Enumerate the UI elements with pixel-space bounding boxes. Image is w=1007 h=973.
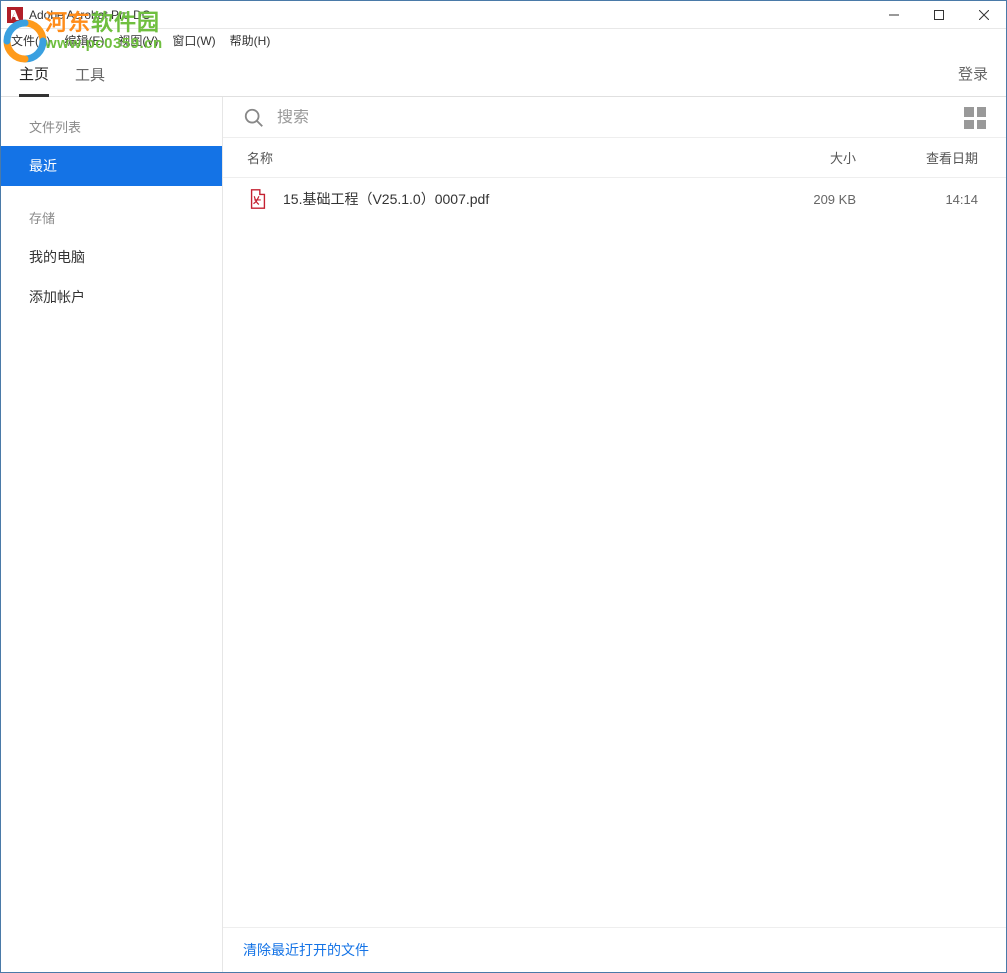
column-header-name[interactable]: 名称 xyxy=(243,148,716,167)
clear-recent-link[interactable]: 清除最近打开的文件 xyxy=(243,942,369,958)
main-area: 文件列表 最近 存储 我的电脑 添加帐户 名称 大小 查看日期 15.基础工程（… xyxy=(1,97,1006,972)
tab-tools[interactable]: 工具 xyxy=(75,52,105,95)
column-header-date[interactable]: 查看日期 xyxy=(856,148,986,167)
file-size: 209 KB xyxy=(716,192,856,207)
minimize-button[interactable] xyxy=(871,1,916,29)
sidebar-item-add-account[interactable]: 添加帐户 xyxy=(1,277,222,317)
menu-view[interactable]: 视图(V) xyxy=(112,30,164,51)
menu-bar: 文件(F) 编辑(E) 视图(V) 窗口(W) 帮助(H) xyxy=(1,29,1006,51)
search-icon xyxy=(243,107,265,129)
title-bar: Adobe Acrobat Pro DC xyxy=(1,1,1006,29)
pdf-icon xyxy=(247,188,269,210)
grid-view-icon[interactable] xyxy=(964,107,986,129)
menu-edit[interactable]: 编辑(E) xyxy=(58,30,110,51)
table-header: 名称 大小 查看日期 xyxy=(223,138,1006,178)
file-name: 15.基础工程（V25.1.0）0007.pdf xyxy=(283,189,716,209)
menu-window[interactable]: 窗口(W) xyxy=(166,30,221,51)
sidebar-item-my-computer[interactable]: 我的电脑 xyxy=(1,237,222,277)
login-link[interactable]: 登录 xyxy=(958,63,988,84)
maximize-button[interactable] xyxy=(916,1,961,29)
file-row[interactable]: 15.基础工程（V25.1.0）0007.pdf 209 KB 14:14 xyxy=(223,178,1006,220)
sidebar-section-storage: 存储 xyxy=(1,200,222,237)
tab-bar: 主页 工具 登录 xyxy=(1,51,1006,97)
sidebar: 文件列表 最近 存储 我的电脑 添加帐户 xyxy=(1,97,223,972)
column-header-size[interactable]: 大小 xyxy=(716,148,856,167)
search-input[interactable] xyxy=(277,109,964,127)
window-title: Adobe Acrobat Pro DC xyxy=(29,8,150,22)
sidebar-item-recent[interactable]: 最近 xyxy=(1,146,222,186)
content-area: 名称 大小 查看日期 15.基础工程（V25.1.0）0007.pdf 209 … xyxy=(223,97,1006,972)
content-footer: 清除最近打开的文件 xyxy=(223,927,1006,972)
tab-home[interactable]: 主页 xyxy=(19,51,49,97)
menu-help[interactable]: 帮助(H) xyxy=(224,30,277,51)
menu-file[interactable]: 文件(F) xyxy=(5,30,56,51)
sidebar-section-files: 文件列表 xyxy=(1,109,222,146)
file-date: 14:14 xyxy=(856,192,986,207)
close-button[interactable] xyxy=(961,1,1006,29)
search-row xyxy=(223,97,1006,138)
app-icon xyxy=(7,7,23,23)
